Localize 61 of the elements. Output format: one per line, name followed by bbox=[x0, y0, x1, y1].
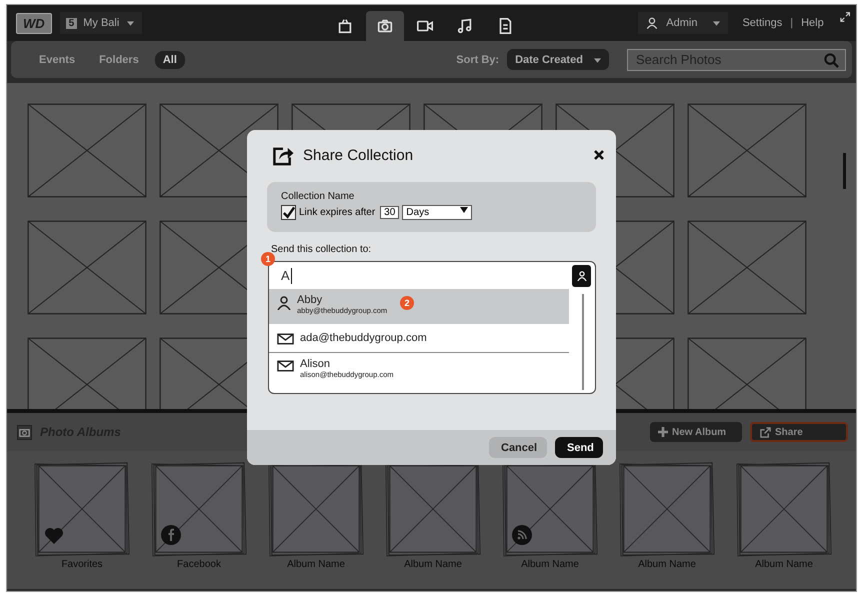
share-button[interactable]: Share bbox=[750, 422, 848, 442]
close-icon[interactable] bbox=[594, 150, 604, 160]
suggestion-name: ada@thebuddygroup.com bbox=[300, 332, 427, 344]
album-thumbnail[interactable] bbox=[736, 461, 832, 557]
search-icon[interactable] bbox=[824, 52, 839, 68]
cancel-button[interactable]: Cancel bbox=[489, 437, 547, 458]
suggestion-name: Alison bbox=[300, 358, 331, 370]
caret-icon bbox=[127, 20, 134, 26]
album-thumbnail[interactable] bbox=[151, 461, 247, 557]
logo: WD bbox=[16, 12, 52, 34]
camera-icon bbox=[17, 424, 32, 440]
days-input[interactable]: 30 bbox=[380, 206, 400, 219]
device-dropdown[interactable]: 5 My Bali bbox=[60, 12, 142, 34]
send-to-label: Send this collection to: bbox=[271, 244, 372, 255]
sort-label: Sort By: bbox=[456, 54, 500, 66]
mail-icon bbox=[277, 333, 294, 345]
suggestion-item[interactable]: ada@thebuddygroup.com bbox=[269, 324, 569, 353]
sort-dropdown[interactable]: Date Created bbox=[507, 49, 609, 70]
mail-icon bbox=[277, 360, 294, 372]
person-icon bbox=[277, 296, 291, 310]
camera-tab[interactable] bbox=[366, 11, 404, 41]
expires-label: Link expires after bbox=[299, 207, 376, 218]
plus-icon bbox=[658, 427, 668, 437]
camera-icon bbox=[376, 17, 394, 35]
person-icon bbox=[646, 17, 658, 29]
album-thumbnail[interactable] bbox=[619, 461, 715, 557]
unit-dropdown[interactable]: Days bbox=[402, 205, 472, 220]
album-name: Album Name bbox=[638, 559, 696, 570]
album-name: Album Name bbox=[521, 559, 579, 570]
link-separator: | bbox=[790, 17, 794, 29]
person-icon bbox=[576, 271, 586, 281]
callout-marker: 1 bbox=[261, 252, 275, 266]
collection-name-label: Collection Name bbox=[281, 191, 356, 202]
contacts-button[interactable] bbox=[572, 265, 591, 287]
new-album-button[interactable]: New Album bbox=[650, 422, 742, 442]
expand-icon[interactable] bbox=[840, 11, 850, 23]
heart-icon bbox=[44, 527, 64, 545]
album-name: Favorites bbox=[61, 559, 103, 570]
filter-tab[interactable]: All bbox=[154, 50, 185, 68]
send-button[interactable]: Send bbox=[555, 437, 603, 458]
scrollbar[interactable] bbox=[843, 153, 846, 189]
album-name: Facebook bbox=[177, 559, 221, 570]
caret-icon bbox=[594, 58, 601, 62]
dialog-title: Share Collection bbox=[303, 146, 414, 164]
share-icon bbox=[271, 144, 295, 166]
scrollbar[interactable] bbox=[582, 294, 584, 390]
album-name: Album Name bbox=[755, 559, 813, 570]
album-thumbnail[interactable] bbox=[34, 461, 130, 557]
album-name: Album Name bbox=[287, 559, 345, 570]
header-link[interactable]: Settings bbox=[742, 17, 782, 29]
facebook-icon bbox=[161, 525, 181, 545]
user-dropdown[interactable]: Admin bbox=[638, 12, 728, 34]
caret-icon bbox=[713, 20, 720, 26]
recipient-input-text: A bbox=[281, 268, 290, 283]
caret-icon bbox=[460, 207, 468, 213]
header-link[interactable]: Help bbox=[801, 17, 824, 29]
expires-checkbox[interactable] bbox=[281, 205, 296, 220]
rss-icon bbox=[512, 525, 532, 545]
share-icon bbox=[760, 426, 771, 438]
album-name: Album Name bbox=[404, 559, 462, 570]
suggestion-name: Abby bbox=[297, 294, 324, 306]
